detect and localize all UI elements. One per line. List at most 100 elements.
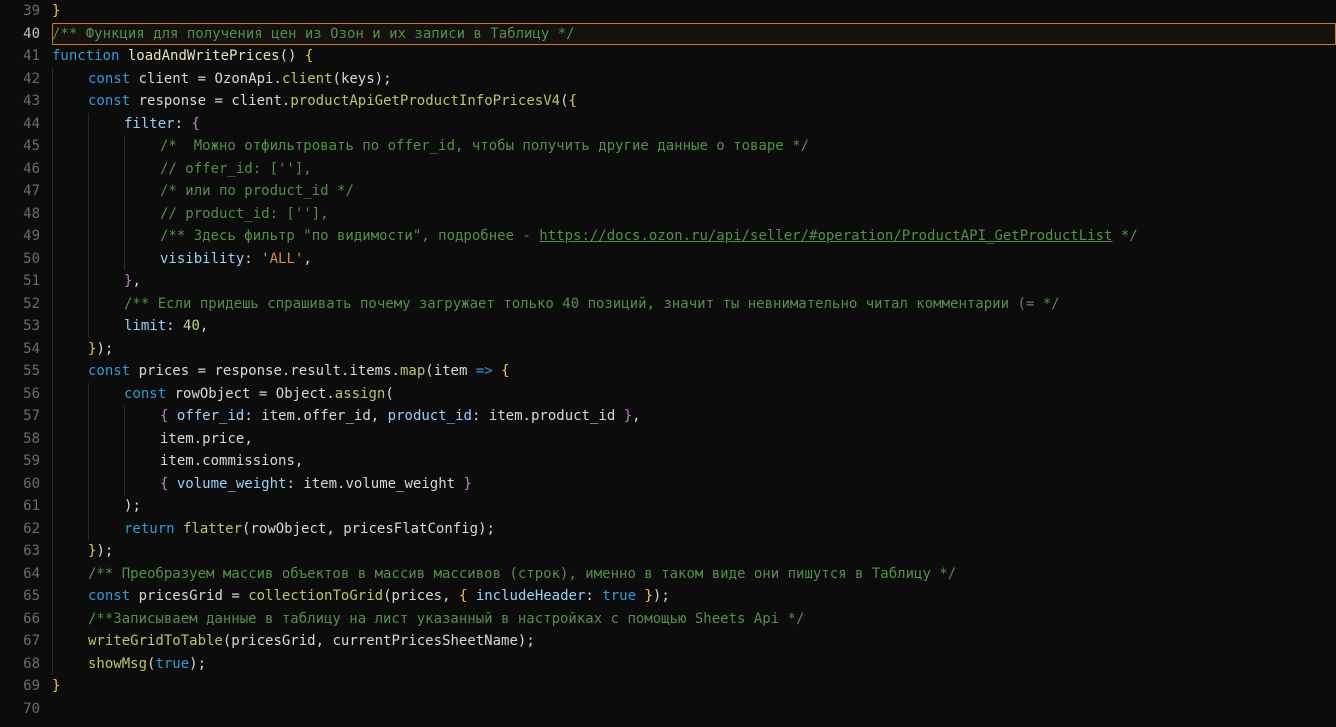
code-token: product_id [531,408,615,424]
code-line[interactable]: filter: { [52,113,1336,136]
code-token: . [392,363,400,379]
code-token: true [155,656,189,672]
line-number: 47 [0,180,40,203]
code-line[interactable]: const rowObject = Object.assign( [52,383,1336,406]
code-token: , [326,521,334,537]
code-line[interactable]: /** Преобразуем массив объектов в массив… [52,563,1336,586]
line-number: 60 [0,473,40,496]
line-number: 65 [0,585,40,608]
code-line[interactable]: /**Записываем данные в таблицу на лист у… [52,608,1336,631]
code-token: : [286,476,294,492]
code-line[interactable]: const pricesGrid = collectionToGrid(pric… [52,585,1336,608]
code-token: /* или по product_id */ [160,183,354,199]
code-token: /** Если придешь спрашивать почему загру… [124,296,1060,312]
code-token: prices [392,588,443,604]
code-token: limit [124,318,166,334]
code-token: currentPricesSheetName [332,633,517,649]
line-number: 63 [0,540,40,563]
line-number: 61 [0,495,40,518]
code-line[interactable]: // product_id: [''], [52,203,1336,226]
code-line[interactable]: /* или по product_id */ [52,180,1336,203]
code-line[interactable]: { offer_id: item.offer_id, product_id: i… [52,405,1336,428]
code-token: } [52,3,60,19]
doc-link[interactable]: https://docs.ozon.ru/api/seller/#operati… [539,228,1112,244]
code-token: { [160,408,168,424]
code-token: , [442,588,450,604]
code-token: : [244,408,252,424]
code-token: map [400,363,425,379]
code-line[interactable]: return flatter(rowObject, pricesFlatConf… [52,518,1336,541]
code-line[interactable] [52,698,1336,721]
code-token: writeGridToTable [88,633,223,649]
code-line[interactable]: writeGridToTable(pricesGrid, currentPric… [52,630,1336,653]
code-line[interactable]: { volume_weight: item.volume_weight } [52,473,1336,496]
code-token: response [139,93,206,109]
code-token: flatter [183,521,242,537]
code-line[interactable]: // offer_id: [''], [52,158,1336,181]
code-line[interactable]: }); [52,338,1336,361]
code-token: . [194,431,202,447]
code-token: item [303,476,337,492]
line-number: 58 [0,428,40,451]
code-line[interactable]: function loadAndWritePrices() { [52,45,1336,68]
code-line[interactable]: const response = client.productApiGetPro… [52,90,1336,113]
code-line[interactable]: /** Здесь фильтр "по видимости", подробн… [52,225,1336,248]
code-token: const [88,71,130,87]
code-token: . [194,453,202,469]
code-token: /** Преобразуем массив объектов в массив… [88,566,956,582]
code-token: const [124,386,166,402]
code-token: , [316,633,324,649]
code-token: : [585,588,593,604]
code-line[interactable]: }); [52,540,1336,563]
code-token: product_id [388,408,472,424]
line-number: 54 [0,338,40,361]
code-line[interactable]: /* Можно отфильтровать по offer_id, чтоб… [52,135,1336,158]
code-line[interactable]: const prices = response.result.items.map… [52,360,1336,383]
code-token: = [198,71,206,87]
line-number: 56 [0,383,40,406]
line-number: 44 [0,113,40,136]
code-token: ) [189,656,197,672]
code-token: response [214,363,281,379]
code-token: OzonApi [214,71,273,87]
code-line[interactable]: showMsg(true); [52,653,1336,676]
code-line[interactable]: }, [52,270,1336,293]
code-line[interactable]: ); [52,495,1336,518]
code-token: ( [385,386,393,402]
code-token: , [244,431,252,447]
code-token: { [569,93,577,109]
line-number: 67 [0,630,40,653]
code-token: loadAndWritePrices [128,48,280,64]
line-number: 57 [0,405,40,428]
code-line[interactable]: } [52,0,1336,23]
code-token: = [259,386,267,402]
code-token: ; [198,656,206,672]
line-number: 49 [0,225,40,248]
code-token: const [88,588,130,604]
code-line[interactable]: item.commissions, [52,450,1336,473]
code-line[interactable]: } [52,675,1336,698]
code-token: ; [487,521,495,537]
code-editor[interactable]: 3940414243444546474849505152535455565758… [0,0,1336,727]
code-token: ; [526,633,534,649]
code-line[interactable]: item.price, [52,428,1336,451]
code-line[interactable]: visibility: 'ALL', [52,248,1336,271]
code-token: price [202,431,244,447]
code-token: includeHeader [476,588,586,604]
line-number: 46 [0,158,40,181]
code-token: prices [139,363,190,379]
code-area[interactable]: } /** Функция для получения цен из Озон и… [52,0,1336,727]
code-token: pricesGrid [139,588,223,604]
code-token: ) [478,521,486,537]
code-token: item [261,408,295,424]
code-line[interactable]: /** Функция для получения цен из Озон и … [52,23,1336,46]
code-token: , [295,453,303,469]
code-token: pricesGrid [231,633,315,649]
code-token: => [476,363,493,379]
code-token: , [303,251,311,267]
code-line[interactable]: limit: 40, [52,315,1336,338]
code-line[interactable]: const client = OzonApi.client(keys); [52,68,1336,91]
code-token: = [198,363,206,379]
code-token: } [464,476,472,492]
code-line[interactable]: /** Если придешь спрашивать почему загру… [52,293,1336,316]
